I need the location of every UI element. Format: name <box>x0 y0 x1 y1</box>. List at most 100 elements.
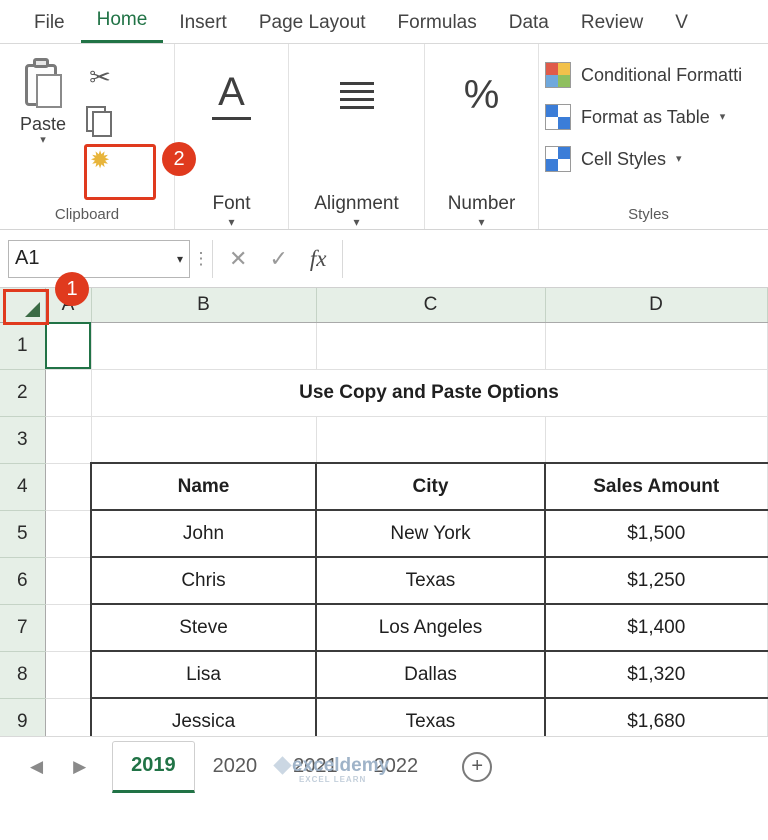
ribbon-tab-formulas[interactable]: Formulas <box>382 8 493 43</box>
underlined-a-icon[interactable]: A <box>181 48 282 142</box>
conditional-formatting-icon <box>545 62 571 88</box>
sheet-tab-2022[interactable]: 2022 <box>356 741 437 793</box>
cell-D9[interactable]: $1,680 <box>544 697 768 736</box>
format-as-table-button[interactable]: Format as Table ▾ <box>545 96 752 138</box>
chevron-down-icon[interactable]: ▾ <box>177 252 183 266</box>
add-sheet-button[interactable]: + <box>462 751 493 782</box>
row-header-4[interactable]: 4 <box>0 463 46 511</box>
ribbon-tab-data[interactable]: Data <box>493 8 565 43</box>
cell-D1[interactable] <box>545 322 768 370</box>
cell-B1[interactable] <box>91 322 317 370</box>
cell-D5[interactable]: $1,500 <box>544 509 768 558</box>
check-icon[interactable]: ✓ <box>269 246 287 272</box>
ribbon-tab-review[interactable]: Review <box>565 8 659 43</box>
ribbon-tab-home[interactable]: Home <box>80 5 164 43</box>
format-painter-icon: ✹ <box>89 147 111 174</box>
cell-A2[interactable] <box>45 369 92 417</box>
cell-C6[interactable]: Texas <box>315 556 546 605</box>
cell-B4[interactable]: Name <box>90 462 317 511</box>
cell-D6[interactable]: $1,250 <box>544 556 768 605</box>
cell-B7[interactable]: Steve <box>90 603 317 652</box>
cell-B8[interactable]: Lisa <box>90 650 317 699</box>
table-row: 9 Jessica Texas $1,680 <box>0 697 768 736</box>
ribbon-tab-strip: File Home Insert Page Layout Formulas Da… <box>0 0 768 44</box>
row-header-8[interactable]: 8 <box>0 651 46 699</box>
ribbon-tab-view[interactable]: V <box>659 8 704 43</box>
name-box[interactable]: A1 ▾ <box>8 239 190 278</box>
clipboard-group-label: Clipboard <box>54 206 120 223</box>
sheet-tab-2020[interactable]: 2020 <box>195 741 276 793</box>
chevron-down-icon[interactable]: ▾ <box>720 112 726 123</box>
formula-bar: A1 ▾ ⋮ ✕ ✓ fx <box>0 230 768 288</box>
cell-A8[interactable] <box>45 651 92 699</box>
cell-C4[interactable]: City <box>315 462 546 511</box>
chevron-down-icon[interactable]: ▾ <box>676 154 682 165</box>
row-header-2[interactable]: 2 <box>0 369 46 417</box>
row-header-3[interactable]: 3 <box>0 416 46 464</box>
column-header-b[interactable]: B <box>91 288 317 323</box>
ribbon-tab-file[interactable]: File <box>18 8 81 43</box>
cell-C1[interactable] <box>316 322 546 370</box>
row-header-1[interactable]: 1 <box>0 322 46 370</box>
cell-A7[interactable] <box>45 604 92 652</box>
plus-icon: + <box>471 755 483 777</box>
cell-D4[interactable]: Sales Amount <box>544 462 768 511</box>
scissors-icon: ✂ <box>89 62 111 92</box>
ribbon-group-clipboard: Paste ▾ ✂ ✹ Clipboard <box>0 44 174 229</box>
fx-icon[interactable]: fx <box>310 246 327 272</box>
cell-styles-button[interactable]: Cell Styles ▾ <box>545 138 752 180</box>
row-header-7[interactable]: 7 <box>0 604 46 652</box>
arrow-right-icon[interactable]: ▶ <box>73 757 86 777</box>
ribbon-group-alignment: Alignment ▾ <box>288 44 424 229</box>
ribbon-tab-page-layout[interactable]: Page Layout <box>243 8 382 43</box>
sheet-tab-2019[interactable]: 2019 <box>112 740 195 793</box>
percent-icon[interactable]: % <box>431 48 532 142</box>
chevron-down-icon[interactable]: ▾ <box>314 215 399 229</box>
column-header-c[interactable]: C <box>316 288 546 323</box>
title-banner[interactable]: Use Copy and Paste Options <box>90 368 768 417</box>
cell-D8[interactable]: $1,320 <box>544 650 768 699</box>
cell-C9[interactable]: Texas <box>315 697 546 736</box>
row-header-5[interactable]: 5 <box>0 510 46 558</box>
cell-B9[interactable]: Jessica <box>90 697 317 736</box>
cell-D3[interactable] <box>545 416 768 464</box>
select-all-button[interactable] <box>0 288 46 323</box>
cell-B5[interactable]: John <box>90 509 317 558</box>
cell-C8[interactable]: Dallas <box>315 650 546 699</box>
table-row: 5 John New York $1,500 <box>0 509 768 558</box>
styles-group-label: Styles <box>628 206 669 223</box>
align-lines-icon[interactable] <box>295 48 418 142</box>
row-header-9[interactable]: 9 <box>0 698 46 736</box>
formula-input[interactable] <box>343 239 768 278</box>
cell-A6[interactable] <box>45 557 92 605</box>
alignment-group-label: Alignment <box>314 193 399 214</box>
cell-A5[interactable] <box>45 510 92 558</box>
table-row: 6 Chris Texas $1,250 <box>0 556 768 605</box>
chevron-down-icon[interactable]: ▾ <box>40 135 46 146</box>
chevron-down-icon[interactable]: ▾ <box>212 215 250 229</box>
cell-C7[interactable]: Los Angeles <box>315 603 546 652</box>
cell-B6[interactable]: Chris <box>90 556 317 605</box>
table-row: 4 Name City Sales Amount <box>0 462 768 511</box>
cell-A3[interactable] <box>45 416 92 464</box>
cut-button[interactable]: ✂ <box>80 60 120 96</box>
format-painter-button[interactable]: ✹ <box>80 144 120 180</box>
cell-D7[interactable]: $1,400 <box>544 603 768 652</box>
paste-button[interactable]: Paste ▾ <box>6 54 80 206</box>
ribbon-tab-insert[interactable]: Insert <box>163 8 243 43</box>
cell-A9[interactable] <box>45 698 92 736</box>
cancel-icon[interactable]: ✕ <box>229 246 247 272</box>
conditional-formatting-button[interactable]: Conditional Formatti <box>545 54 752 96</box>
cell-A1[interactable] <box>45 322 92 370</box>
row-header-6[interactable]: 6 <box>0 557 46 605</box>
cell-C5[interactable]: New York <box>315 509 546 558</box>
cell-C3[interactable] <box>316 416 546 464</box>
cell-A4[interactable] <box>45 463 92 511</box>
copy-button[interactable] <box>80 102 120 138</box>
column-header-d[interactable]: D <box>545 288 768 323</box>
cell-B3[interactable] <box>91 416 317 464</box>
arrow-left-icon[interactable]: ◀ <box>30 757 43 777</box>
sheet-tab-2021[interactable]: 2021 <box>275 741 356 793</box>
chevron-down-icon[interactable]: ▾ <box>448 215 516 229</box>
formula-bar-expand-handle[interactable]: ⋮ <box>190 249 212 269</box>
